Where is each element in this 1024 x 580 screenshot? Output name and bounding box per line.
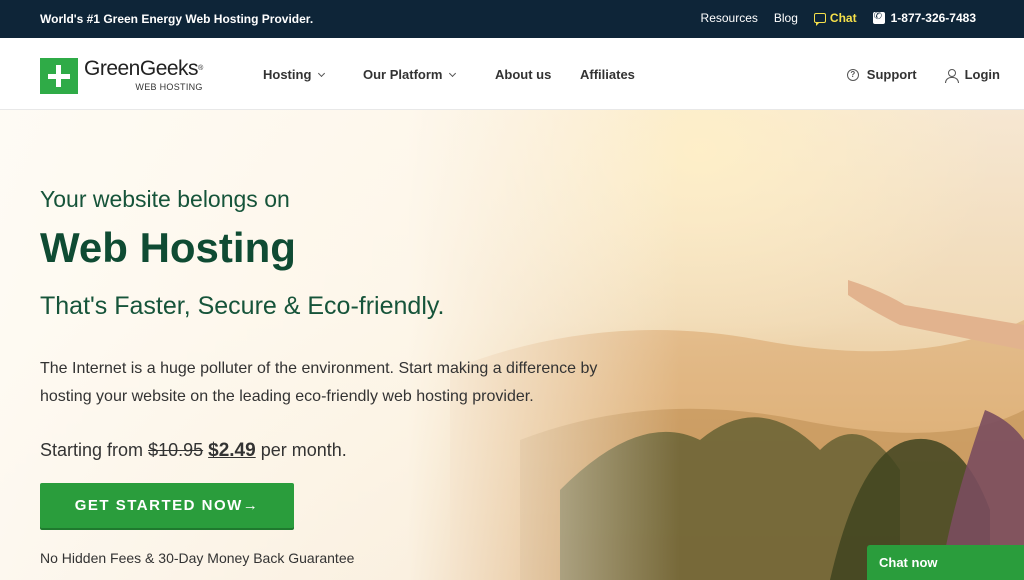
top-bar: World's #1 Green Energy Web Hosting Prov… — [0, 0, 1024, 38]
chat-link[interactable]: Chat — [813, 11, 857, 26]
nav-item-about-us[interactable]: About us — [495, 67, 580, 82]
blog-link[interactable]: Blog — [774, 11, 798, 25]
guarantee-text: No Hidden Fees & 30-Day Money Back Guara… — [40, 550, 355, 566]
price-suffix: per month. — [260, 440, 347, 460]
price-prefix: Starting from — [40, 440, 144, 460]
hero-pre-title: Your website belongs on — [40, 186, 290, 212]
chevron-down-icon — [449, 69, 457, 77]
login-link[interactable]: Login — [944, 67, 1000, 83]
logo-name: GreenGeeks — [84, 57, 199, 80]
resources-link[interactable]: Resources — [701, 11, 758, 25]
registered-mark: ® — [198, 65, 203, 72]
tagline: World's #1 Green Energy Web Hosting Prov… — [40, 12, 314, 26]
phone-number: 1-877-326-7483 — [890, 11, 976, 25]
logo[interactable]: GreenGeeks® WEB HOSTING — [40, 58, 203, 94]
price-line: Starting from $10.95 $2.49 per month. — [40, 440, 347, 462]
top-bar-links: Resources Blog Chat 1-877-326-7483 — [701, 11, 976, 26]
help-circle-icon: ? — [846, 68, 859, 81]
nav-right: ? Support Login — [846, 67, 1000, 83]
phone-link[interactable]: 1-877-326-7483 — [872, 11, 976, 25]
nav-item-affiliates[interactable]: Affiliates — [580, 67, 635, 82]
hero-description: The Internet is a huge polluter of the e… — [40, 360, 598, 405]
new-price: $2.49 — [208, 440, 256, 461]
nav-menu: Hosting Our Platform About us Affiliates — [263, 67, 635, 82]
main-nav: GreenGeeks® WEB HOSTING Hosting Our Plat… — [0, 38, 1024, 110]
user-icon — [944, 68, 959, 83]
hero-title: Web Hosting — [40, 224, 296, 271]
phone-icon — [872, 11, 885, 24]
old-price: $10.95 — [148, 440, 204, 460]
hero-section: Your website belongs on Web Hosting That… — [0, 110, 1024, 580]
support-link[interactable]: ? Support — [846, 67, 917, 82]
plus-icon — [40, 58, 78, 94]
chat-link-label: Chat — [829, 11, 857, 25]
nav-item-our-platform[interactable]: Our Platform — [363, 67, 495, 82]
get-started-button[interactable]: GET STARTED NOW→ — [40, 483, 294, 528]
chat-bubble-icon — [813, 13, 826, 26]
chat-now-button[interactable]: Chat now — [867, 545, 1024, 580]
hero-subtitle: That's Faster, Secure & Eco-friendly. — [40, 292, 445, 320]
logo-subtitle: WEB HOSTING — [135, 82, 203, 92]
chevron-down-icon — [318, 69, 326, 77]
nav-item-hosting[interactable]: Hosting — [263, 67, 363, 82]
